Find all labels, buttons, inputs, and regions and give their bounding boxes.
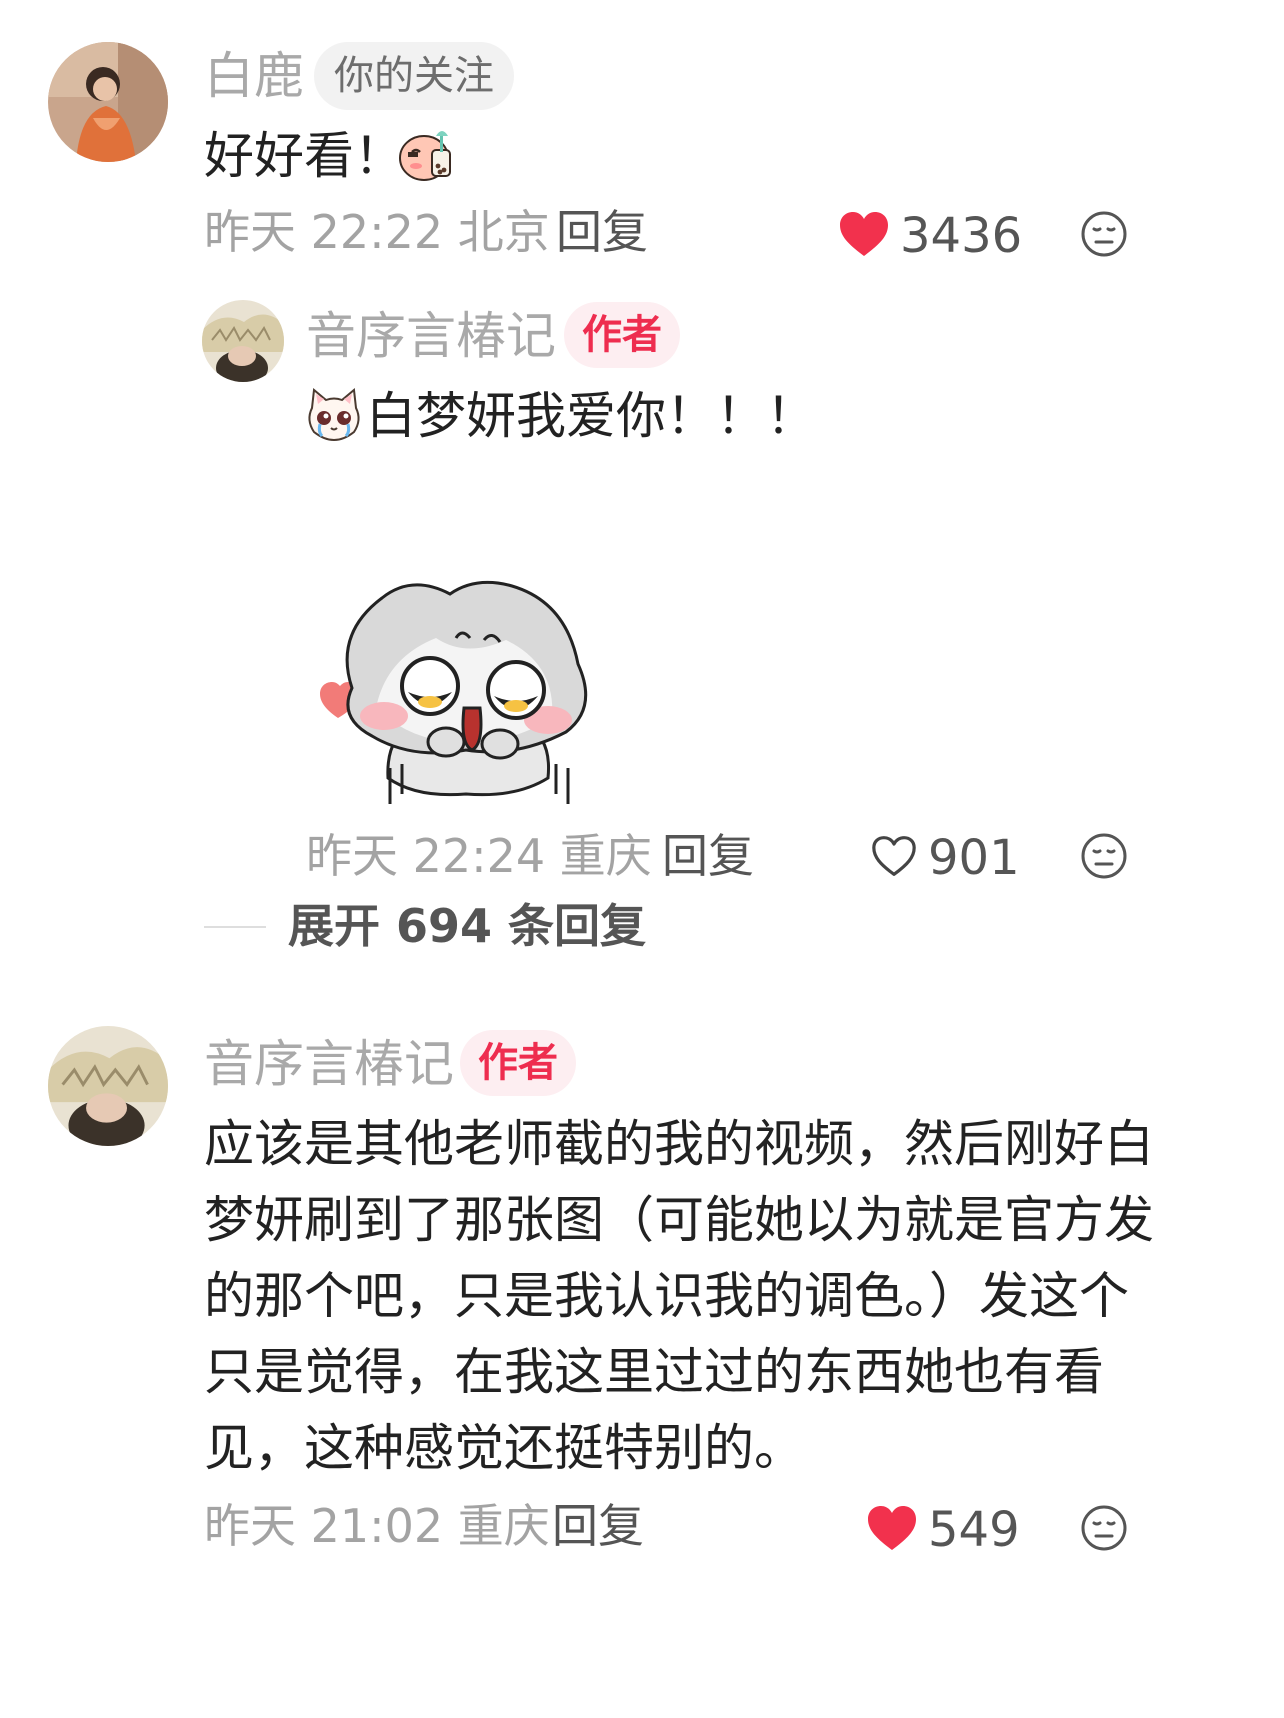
avatar-yinxu[interactable] [48,1026,168,1146]
following-tag: 你的关注 [314,42,514,110]
expand-replies-button[interactable]: 展开 694 条回复 [288,898,646,954]
meh-face-icon[interactable] [1080,210,1128,258]
like-count: 901 [928,830,1020,886]
comment-time-location: 昨天 21:02 重庆 [204,1499,550,1553]
reply-text: 白梦妍我爱你！！！ [366,387,816,445]
like-count: 549 [928,1502,1020,1558]
crying-cat-emoji-icon [304,384,364,444]
reply-button[interactable]: 回复 [662,828,754,884]
heart-filled-icon[interactable] [838,210,890,258]
author-tag: 作者 [564,302,680,368]
comment-time-location: 昨天 22:22 北京 [204,205,550,259]
meh-face-icon[interactable] [1080,1504,1128,1552]
comment-author-name[interactable]: 白鹿 [204,46,304,106]
reply-author-name[interactable]: 音序言椿记 [306,306,556,366]
expand-divider-line [204,926,266,928]
comment-text-line-1: 应该是其他老师截的我的视频，然后刚好白 [204,1115,1154,1173]
comment-text-line-3: 的那个吧，只是我认识我的调色。）发这个 [204,1267,1129,1325]
comment-text-line-4: 只是觉得，在我这里过过的东西她也有看 [204,1343,1104,1401]
reply-button[interactable]: 回复 [556,204,648,260]
heart-filled-icon[interactable] [866,1504,918,1552]
reply-time-location: 昨天 22:24 重庆 [306,829,652,883]
comment-author-name[interactable]: 音序言椿记 [204,1034,454,1094]
meh-face-icon[interactable] [1080,832,1128,880]
crying-bunny-sticker-icon [316,568,606,812]
author-tag: 作者 [460,1030,576,1096]
comment-text-line-2: 梦妍刷到了那张图（可能她以为就是官方发 [204,1191,1154,1249]
avatar-bailu[interactable] [48,42,168,162]
avatar-yinxu[interactable] [202,300,284,382]
reply-button[interactable]: 回复 [552,1498,644,1554]
heart-outline-icon[interactable] [870,834,918,878]
peach-milk-tea-emoji-icon [396,122,460,186]
comment-text: 好好看！ [204,127,404,185]
comment-text-line-5: 见，这种感觉还挺特别的。 [204,1419,804,1477]
like-count: 3436 [900,208,1023,264]
